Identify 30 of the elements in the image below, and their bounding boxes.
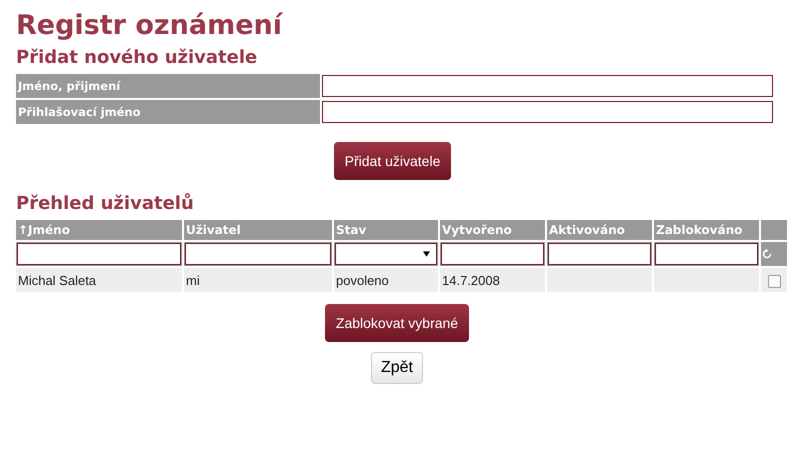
filter-field[interactable]	[548, 243, 651, 265]
row-checkbox[interactable]	[768, 274, 780, 288]
filter-field[interactable]	[441, 243, 544, 265]
back-button[interactable]: Zpět	[370, 352, 423, 384]
caret-icon	[423, 251, 430, 257]
column-header[interactable]: Uživatel	[184, 220, 332, 240]
input-field[interactable]	[322, 101, 773, 123]
add-user-button[interactable]: Přidat uživatele	[334, 142, 452, 180]
table-cell: Michal Saleta	[18, 272, 96, 288]
column-header[interactable]: Stav	[334, 220, 438, 240]
column-header[interactable]: Vytvořeno	[440, 220, 545, 240]
refresh-icon[interactable]	[762, 249, 772, 259]
section-heading: Přehled uživatelů	[16, 192, 195, 216]
input-field[interactable]	[322, 75, 773, 97]
column-header[interactable]: ↑Jméno	[16, 220, 182, 240]
field-label: Přihlašovací jméno	[16, 100, 320, 124]
table-cell: mi	[186, 272, 200, 288]
page-title: Registr oznámení	[16, 9, 284, 43]
filter-field[interactable]	[17, 243, 181, 265]
column-header	[761, 220, 787, 240]
table-cell: 14.7.2008	[442, 272, 500, 288]
field-label: Jméno, přijmení	[16, 74, 320, 98]
column-header[interactable]: Aktivováno	[547, 220, 652, 240]
table-cell: povoleno	[336, 272, 389, 288]
block-selected-button[interactable]: Zablokovat vybrané	[324, 304, 470, 342]
filter-field[interactable]	[185, 243, 331, 265]
filter-dropdown[interactable]	[335, 243, 437, 265]
filter-field[interactable]	[655, 243, 758, 265]
column-header[interactable]: Zablokováno	[654, 220, 759, 240]
section-heading: Přidat nového uživatele	[16, 46, 258, 70]
